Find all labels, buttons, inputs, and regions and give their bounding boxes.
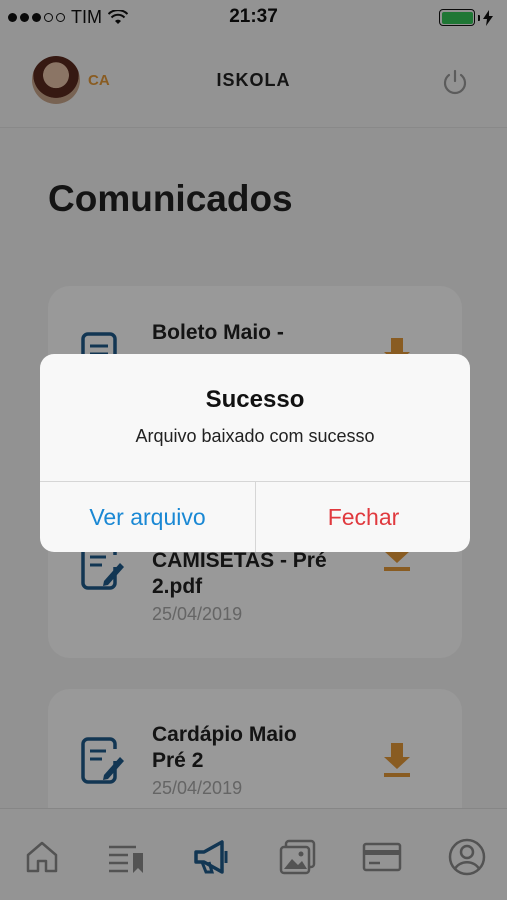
view-file-button[interactable]: Ver arquivo — [40, 482, 255, 552]
alert-dialog: Sucesso Arquivo baixado com sucesso Ver … — [40, 354, 470, 552]
alert-title: Sucesso — [205, 386, 305, 413]
alert-message: Arquivo baixado com sucesso — [135, 426, 375, 446]
close-button[interactable]: Fechar — [256, 482, 470, 552]
